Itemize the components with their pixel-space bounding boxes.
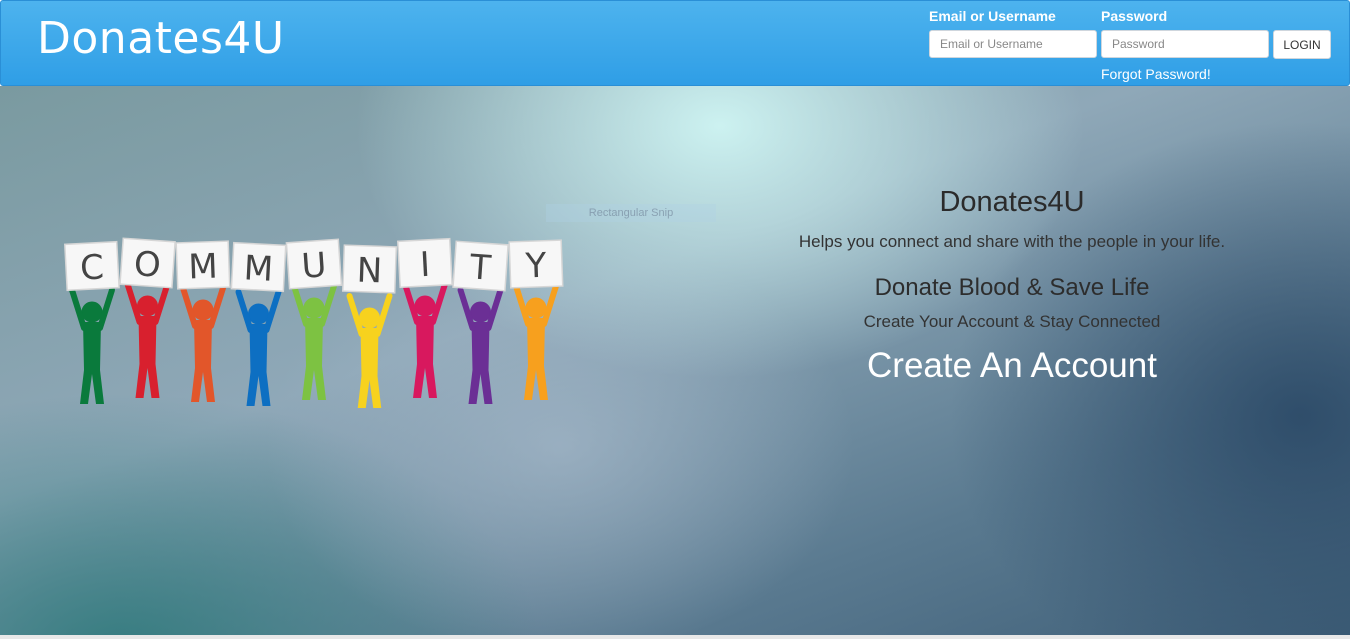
username-input[interactable] (929, 30, 1097, 58)
community-figure: M (230, 241, 287, 406)
hero-tagline: Helps you connect and share with the peo… (798, 232, 1226, 251)
password-label: Password (1101, 8, 1168, 24)
brand-logo[interactable]: Donates4U (37, 13, 285, 64)
hero-subtext: Create Your Account & Stay Connected (863, 312, 1161, 331)
top-navbar: Donates4U Email or Username Password LOG… (0, 0, 1350, 86)
community-figure: M (175, 240, 231, 402)
community-figure: N (341, 244, 398, 408)
bottom-border (0, 635, 1350, 639)
password-input[interactable] (1101, 30, 1269, 58)
hero-subheading: Donate Blood & Save Life (874, 274, 1150, 301)
community-figure: O (119, 237, 176, 398)
community-letter: Y (524, 246, 547, 287)
community-figure: T (452, 240, 509, 404)
community-letter: I (419, 245, 431, 285)
community-letter: M (243, 248, 274, 289)
community-figure: U (285, 238, 343, 400)
community-letter: U (300, 245, 328, 287)
community-illustration: COMMUNITY (63, 237, 564, 408)
community-figure: Y (508, 239, 564, 400)
community-letter: N (356, 251, 383, 292)
community-figure: C (63, 240, 120, 404)
community-letter: T (468, 247, 493, 288)
create-account-link[interactable]: Create An Account (762, 346, 1262, 386)
community-figure: I (396, 237, 453, 398)
hero-heading: Donates4U (939, 186, 1085, 218)
community-letter: M (188, 246, 219, 287)
community-letter: C (79, 247, 105, 288)
username-label: Email or Username (929, 8, 1056, 24)
login-button[interactable]: LOGIN (1273, 30, 1331, 59)
rectangular-snip-overlay: Rectangular Snip (546, 204, 716, 222)
hero-section: Rectangular Snip COMMUNITY Donates4U Hel… (0, 86, 1350, 635)
forgot-password-link[interactable]: Forgot Password! (1101, 66, 1211, 82)
community-letter: O (133, 244, 162, 286)
